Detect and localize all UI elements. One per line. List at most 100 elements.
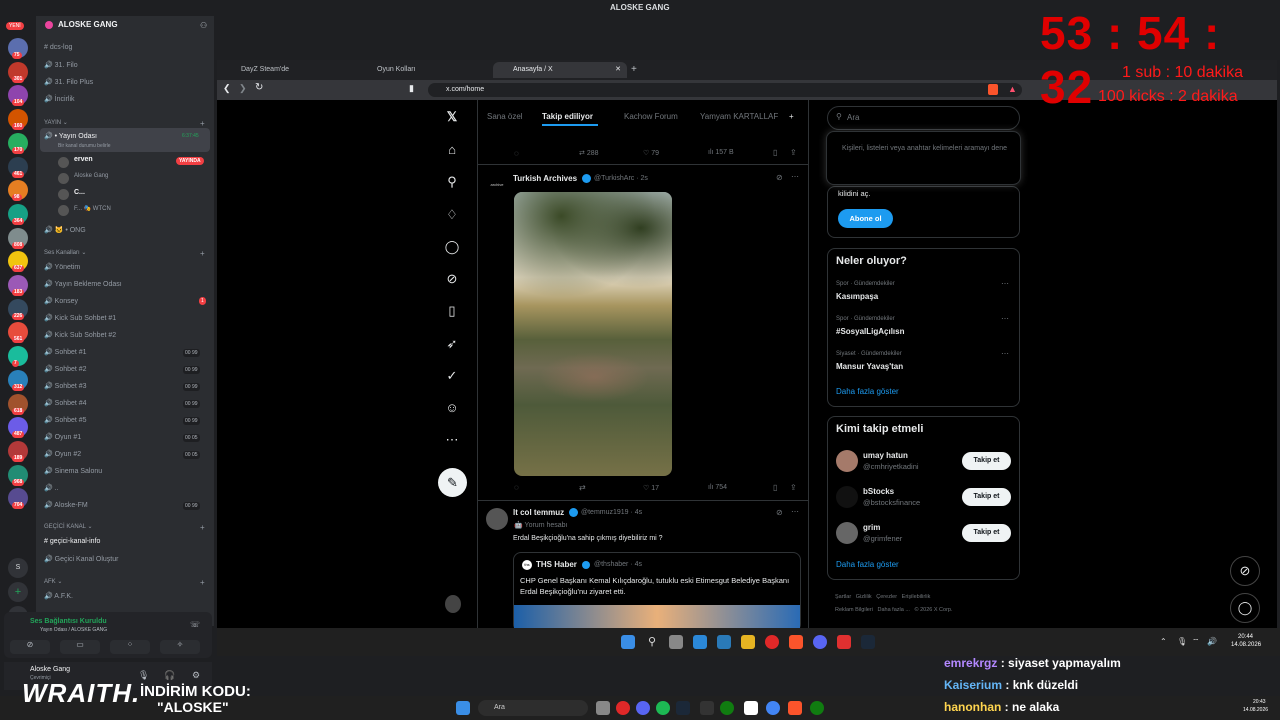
discord-icon[interactable] bbox=[636, 701, 650, 715]
taskbar-search-box[interactable]: Ara bbox=[478, 700, 588, 716]
tweet-more-icon[interactable]: ⋯ bbox=[791, 172, 799, 181]
steam-icon[interactable] bbox=[676, 701, 690, 715]
voice-channel[interactable]: 🔊 Sohbet #1 bbox=[44, 348, 87, 356]
epic-icon[interactable] bbox=[700, 701, 714, 715]
reply-icon[interactable]: ◌ bbox=[514, 483, 519, 492]
chrome-icon[interactable] bbox=[766, 701, 780, 715]
guild-name[interactable]: ALOSKE GANG bbox=[58, 20, 118, 29]
share-icon[interactable]: ⇪ bbox=[790, 148, 797, 157]
channel-item[interactable]: 🔊 31. Filo Plus bbox=[44, 78, 93, 86]
discord-icon[interactable] bbox=[813, 635, 827, 649]
channel-item[interactable]: 🔊 31. Filo bbox=[44, 61, 78, 69]
voice-channel[interactable]: 🔊 Oyun #1 bbox=[44, 433, 81, 441]
add-channel-icon[interactable]: + bbox=[200, 578, 205, 587]
quoted-tweet[interactable]: ths THS Haber @thshaber · 4s CHP Genel B… bbox=[513, 552, 801, 632]
channel-gecici-olustur[interactable]: 🔊 Geçici Kanal Oluştur bbox=[44, 555, 118, 563]
add-member-icon[interactable]: ⚇ bbox=[200, 21, 207, 30]
steam-icon[interactable] bbox=[861, 635, 875, 649]
trends-show-more[interactable]: Daha fazla göster bbox=[836, 387, 899, 396]
voice-channel[interactable]: 🔊 Sinema Salonu bbox=[44, 467, 102, 475]
brave-icon[interactable] bbox=[789, 635, 803, 649]
x-search-input[interactable]: ⚲ Ara bbox=[827, 106, 1020, 130]
channel-yayin-odasi[interactable]: 🔊 • Yayın Odası bbox=[44, 132, 97, 140]
category-ses[interactable]: Ses Kanalları ⌄ bbox=[44, 249, 86, 256]
temmuz-avatar[interactable] bbox=[486, 508, 508, 530]
voice-user[interactable]: F... 🎭 WTCN bbox=[74, 205, 111, 212]
settings-gear-icon[interactable]: ⚙ bbox=[192, 670, 200, 681]
follow-show-more[interactable]: Daha fazla göster bbox=[836, 560, 899, 569]
brave-icon[interactable] bbox=[788, 701, 802, 715]
capture-icon[interactable] bbox=[837, 635, 851, 649]
tab-for-you[interactable]: Sana özel bbox=[487, 112, 523, 121]
verified-icon[interactable]: ✓ bbox=[444, 368, 460, 384]
trend-name[interactable]: Kasımpaşa bbox=[836, 292, 878, 301]
add-channel-icon[interactable]: + bbox=[200, 119, 205, 128]
clock-date[interactable]: 14.08.2026 bbox=[1231, 642, 1261, 648]
follow-handle[interactable]: @grimfener bbox=[863, 534, 902, 543]
spotify-icon[interactable] bbox=[656, 701, 670, 715]
profile-icon[interactable]: ☺ bbox=[444, 400, 460, 416]
activities-button[interactable]: ⁘ bbox=[110, 640, 150, 654]
voice-channel[interactable]: 🔊 Sohbet #3 bbox=[44, 382, 87, 390]
grok-floating-button[interactable]: ⊘ bbox=[1230, 556, 1260, 586]
voice-channel[interactable]: 🔊 Yayın Bekleme Odası bbox=[44, 280, 122, 288]
voice-channel[interactable]: 🔊 Sohbet #5 bbox=[44, 416, 87, 424]
soundboard-button[interactable]: ✧ bbox=[160, 640, 200, 654]
add-channel-icon[interactable]: + bbox=[200, 523, 205, 532]
channel-ong[interactable]: 🔊 🐱 • ONG bbox=[44, 226, 86, 234]
voice-channel[interactable]: 🔊 Sohbet #4 bbox=[44, 399, 87, 407]
messages-floating-button[interactable]: ◯ bbox=[1230, 593, 1260, 623]
communities-icon[interactable]: ➶ bbox=[444, 336, 460, 352]
tab-yamyam[interactable]: Yamyam KARTALLAF bbox=[700, 112, 778, 121]
tab-close-icon[interactable]: ✕ bbox=[615, 65, 621, 73]
retweet-count[interactable]: ⇄ 288 bbox=[579, 149, 599, 157]
search-icon[interactable]: ⚲ bbox=[444, 174, 460, 190]
channel-item[interactable]: # dcs-log bbox=[44, 44, 72, 51]
start-icon[interactable] bbox=[621, 635, 635, 649]
voice-channel[interactable]: 🔊 Kick Sub Sohbet #1 bbox=[44, 314, 116, 322]
follow-name[interactable]: bStocks bbox=[863, 487, 894, 496]
voice-user[interactable]: C... bbox=[74, 189, 85, 196]
account-avatar[interactable] bbox=[445, 595, 461, 613]
channel-status[interactable]: Bir kanal durumu belirle bbox=[58, 143, 111, 149]
follow-button[interactable]: Takip et bbox=[962, 488, 1011, 506]
channel-afk[interactable]: 🔊 A.F.K. bbox=[44, 592, 73, 600]
trend-more-icon[interactable]: ⋯ bbox=[1001, 279, 1009, 288]
tab-following[interactable]: Takip ediliyor bbox=[542, 112, 593, 121]
bookmark-icon[interactable]: ▮ bbox=[409, 83, 414, 94]
task-view-icon[interactable] bbox=[669, 635, 683, 649]
disconnect-icon[interactable]: ☏ bbox=[190, 620, 200, 629]
trend-more-icon[interactable]: ⋯ bbox=[1001, 314, 1009, 323]
voice-user[interactable]: Aloske Gang bbox=[74, 173, 108, 179]
subscribe-button[interactable]: Abone ol bbox=[838, 209, 893, 228]
voice-channel[interactable]: 🔊 Konsey bbox=[44, 297, 78, 305]
new-tab-button[interactable]: + bbox=[629, 60, 645, 76]
voice-user[interactable]: erven bbox=[74, 156, 93, 163]
add-tab-icon[interactable]: + bbox=[789, 112, 794, 121]
taskbar-search-icon[interactable]: ⚲ bbox=[645, 635, 659, 649]
brave-rewards-icon[interactable]: ▲ bbox=[1008, 84, 1017, 94]
tray-wifi-icon[interactable]: ⌔ bbox=[1192, 637, 1200, 647]
screen-share-button[interactable]: ▭ bbox=[60, 640, 100, 654]
retweet-icon[interactable]: ⇄ bbox=[579, 483, 586, 492]
follow-name[interactable]: umay hatun bbox=[863, 451, 908, 460]
clock-time[interactable]: 20:44 bbox=[1238, 634, 1253, 640]
follow-handle[interactable]: @cmhriyetkadini bbox=[863, 462, 919, 471]
view-count[interactable]: ılı 754 bbox=[708, 484, 727, 491]
category-afk[interactable]: AFK ⌄ bbox=[44, 578, 62, 585]
xbox-app-icon[interactable] bbox=[810, 701, 824, 715]
reply-icon[interactable]: ◌ bbox=[514, 149, 519, 158]
turkish-archives-avatar[interactable]: archive bbox=[486, 174, 508, 196]
tab-kachow-forum[interactable]: Kachow Forum bbox=[624, 112, 678, 121]
tray-mic-icon[interactable]: 🎙 bbox=[1177, 637, 1187, 646]
grok-icon[interactable]: ⊘ bbox=[444, 271, 460, 287]
voice-channel[interactable]: 🔊 Sohbet #2 bbox=[44, 365, 87, 373]
clock-time-2[interactable]: 20:43 bbox=[1253, 699, 1266, 705]
voice-channel[interactable]: 🔊 Aloske-FM bbox=[44, 501, 88, 509]
tweet2-handle[interactable]: @temmuz1919 · 4s bbox=[581, 509, 642, 516]
tweet-more-icon[interactable]: ⋯ bbox=[791, 507, 799, 516]
follow-avatar[interactable] bbox=[836, 486, 858, 508]
widgets-icon[interactable] bbox=[693, 635, 707, 649]
opera-icon[interactable] bbox=[616, 701, 630, 715]
xbox-icon[interactable] bbox=[720, 701, 734, 715]
